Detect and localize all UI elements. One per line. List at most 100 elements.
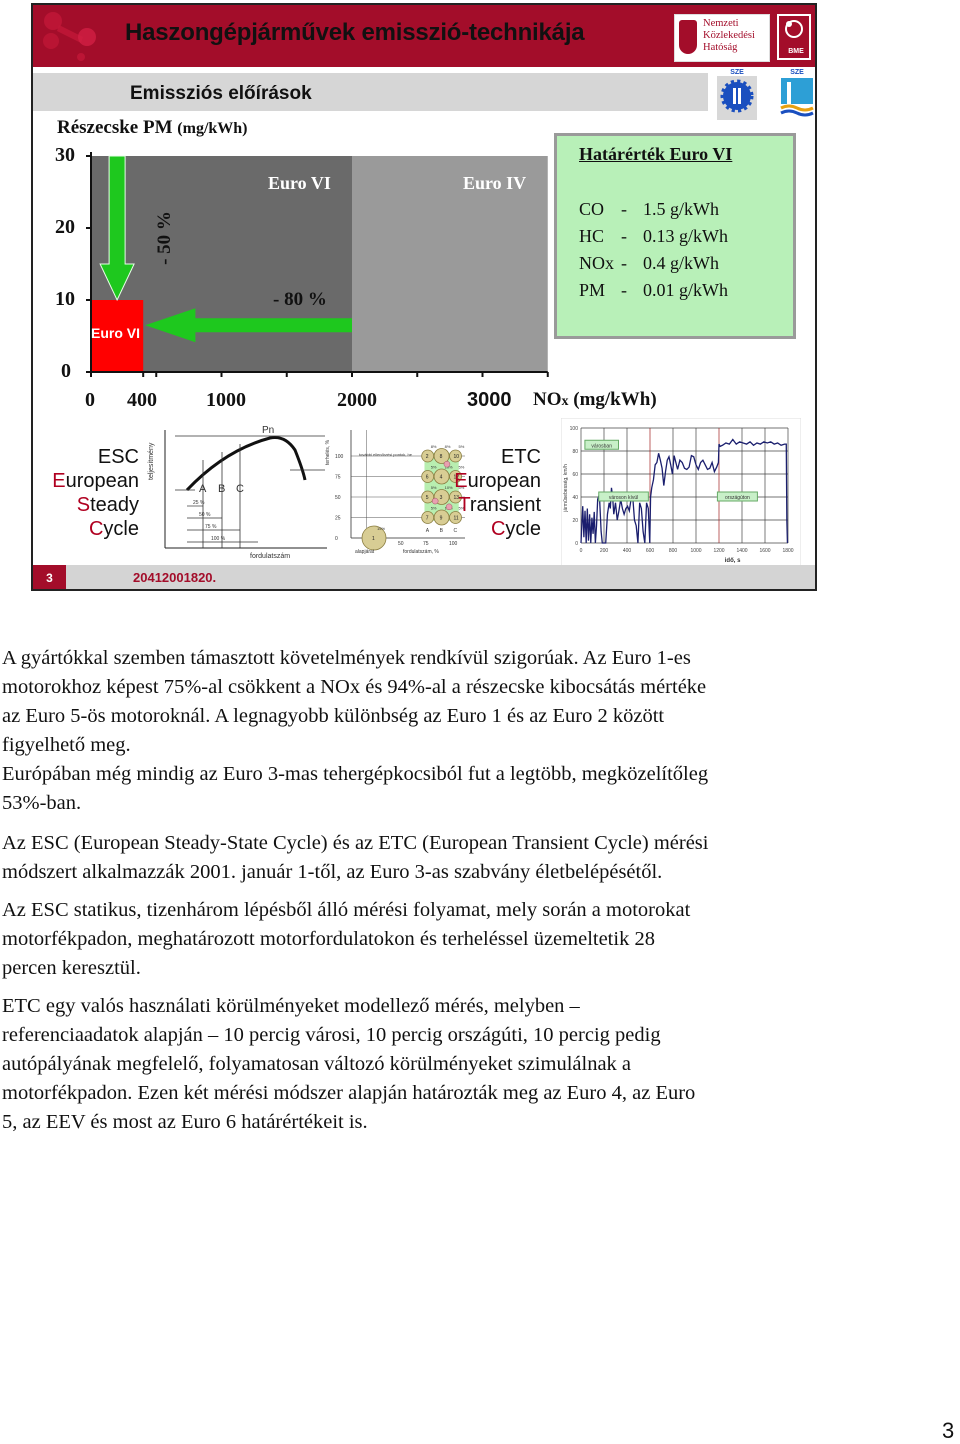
etc-speed-chart: 0204060801000 200 400 600 800 1000 1200 1400 160… (561, 418, 801, 568)
x-tick-label: 1600 (759, 548, 770, 554)
nkh-logo-line: Nemzeti (703, 18, 739, 29)
slide: Haszongépjárművek emisszió-technikája Ne… (31, 3, 817, 591)
limit-row-pm: PM -0.01 g/kWh (579, 280, 728, 301)
euro-vi-limit-box: Határérték Euro VI CO -1.5 g/kWh HC -0.13 g… (554, 133, 796, 339)
nkh-logo-line: Közlekedési (703, 30, 755, 41)
y-tick-label: 100 (570, 426, 579, 432)
x-tick-label: 0 (85, 389, 95, 411)
x-tick-label: 1000 (206, 389, 246, 411)
note-text: további ellenőrzési pontok, he (359, 452, 413, 457)
paragraph-line: motorokhoz képest 75%-al csökkent a NOx … (2, 676, 707, 698)
limit-box-title: Határérték Euro VI (579, 144, 733, 164)
y-axis-title: Részecske PM (mg/kWh) (57, 117, 248, 138)
cycle-abbr: ETC (501, 446, 541, 468)
y-axis-title: terhelés, % (325, 439, 331, 465)
y-tick-label: 50 (335, 495, 341, 501)
paragraph-line: ETC egy valós használati körülményeket m… (2, 995, 580, 1017)
limit-value: 0.4 g/kWh (643, 253, 719, 273)
sze-label: SZE (790, 69, 804, 76)
esc-power-curve-diagram: Pn A B C 25 % 50 % 75 % 100 % teljesítmény fordul… (148, 425, 327, 560)
x-tick-label: 400 (623, 548, 632, 554)
sze-gear-logo: SZE (717, 69, 757, 121)
limit-row-hc: HC -0.13 g/kWh (579, 226, 728, 247)
pollutant-name: CO (579, 199, 605, 219)
phase-label: városban (591, 443, 612, 449)
x-axis-title: fordulatszám (250, 553, 290, 560)
x-tick-label: 400 (127, 389, 157, 411)
x-tick-label: 800 (669, 548, 678, 554)
span-label: 75 % (205, 524, 217, 530)
y-tick-label: 75 (335, 475, 341, 481)
separator: - (621, 280, 627, 300)
x-tick-label: 50 (398, 541, 404, 547)
body-paragraph: Az ESC statikus, tizenhárom lépésből áll… (2, 896, 852, 983)
paragraph-line: referenciaadatok alapján – 10 percig vár… (2, 1024, 661, 1046)
paragraph-line: Az ESC (European Steady-State Cycle) és … (2, 832, 709, 854)
span-label: 25 % (193, 500, 205, 506)
x-axis-title: idő, s (725, 558, 741, 564)
y-tick-label: 80 (572, 449, 578, 455)
test-mode-weight: 15% (377, 526, 385, 531)
y-tick-label: 25 (335, 516, 341, 522)
limit-value: 0.01 g/kWh (643, 280, 728, 300)
span-label: 100 % (211, 536, 226, 542)
pollutant-name: HC (579, 226, 605, 246)
test-mode-id: 7 (426, 516, 429, 522)
paragraph-line: az Euro 5-ös motoroknál. A legnagyobb kü… (2, 705, 665, 727)
y-tick-label: 0 (575, 541, 578, 547)
limit-row-co: CO -1.5 g/kWh (579, 199, 719, 220)
paragraph-line: 53%-ban. (2, 792, 82, 814)
body-paragraph: Az ESC (European Steady-State Cycle) és … (2, 829, 852, 887)
y-axis-title: teljesítmény (148, 442, 155, 480)
x-extra-label: alapjárat (355, 549, 375, 555)
sze-label: SZE (730, 69, 744, 76)
cycle-word: European (52, 470, 139, 492)
x-tick-label: 1000 (690, 548, 701, 554)
column-label: A (426, 528, 430, 534)
y-tick-label: 40 (572, 495, 578, 501)
body-paragraph: A gyártókkal szemben támasztott követelm… (2, 644, 852, 818)
x-tick-label: 2000 (337, 389, 377, 411)
test-mode-id: 1 (372, 536, 375, 542)
coat-of-arms-icon (679, 20, 697, 54)
gear-icon (717, 76, 757, 120)
paragraph-line: autópályának megfelelő, folyamatosan vál… (2, 1053, 632, 1075)
paragraph-line: A gyártókkal szemben támasztott követelm… (2, 647, 691, 669)
phase-label: városon kívül (609, 495, 638, 501)
sze-bridge-logo: SZE (777, 69, 815, 121)
paragraph-line: percen keresztül. (2, 957, 141, 979)
header-decoration-icon (43, 12, 96, 61)
y-tick-label: 100 (335, 454, 344, 460)
paragraph-line: figyelhető meg. (2, 734, 131, 756)
x-tick-label: 1800 (782, 548, 793, 554)
x-tick-label: 0 (580, 548, 583, 554)
pm-reduction-label: - 50 % (153, 211, 175, 265)
x-tick-label: 3000 (467, 389, 512, 411)
slide-date: 20412001820. (133, 570, 217, 585)
section-title: Emissziós előírások (130, 83, 312, 104)
cycle-word: Cycle (88, 518, 139, 540)
pollutant-name: NOx (579, 253, 614, 273)
body-paragraph: ETC egy valós használati körülményeket m… (2, 992, 852, 1137)
y-tick-label: 30 (55, 144, 75, 166)
paragraph-line: 5, az EEV és most az Euro 6 határértékei… (2, 1111, 368, 1133)
y-tick-label: 20 (572, 518, 578, 524)
header-title: Haszongépjárművek emisszió-technikája (125, 19, 585, 46)
region-label-euro-vi-target: Euro VI (91, 325, 141, 341)
slide-header: Haszongépjárművek emisszió-technikája Ne… (33, 5, 815, 67)
point-label: A (199, 483, 207, 495)
separator: - (621, 226, 627, 246)
x-tick-label: 1200 (713, 548, 724, 554)
test-mode-id: 6 (426, 475, 429, 481)
bme-logo-label: BME (788, 48, 804, 55)
limit-row-nox: NOx -0.4 g/kWh (579, 253, 719, 274)
y-tick-label: 10 (55, 288, 75, 310)
cycle-word: Steady (76, 494, 139, 516)
x-tick-label: 1400 (736, 548, 747, 554)
nkh-logo: Nemzeti Közlekedési Hatóság (674, 14, 770, 62)
paragraph-line: motorfékpadon, meghatározott motorfordul… (2, 928, 655, 950)
paragraph-line: Európában még mindig az Euro 3-mas teher… (2, 763, 709, 785)
slide-footer: 3 20412001820. (33, 565, 815, 589)
x-tick-label: 600 (646, 548, 655, 554)
x-tick-label: 200 (600, 548, 609, 554)
